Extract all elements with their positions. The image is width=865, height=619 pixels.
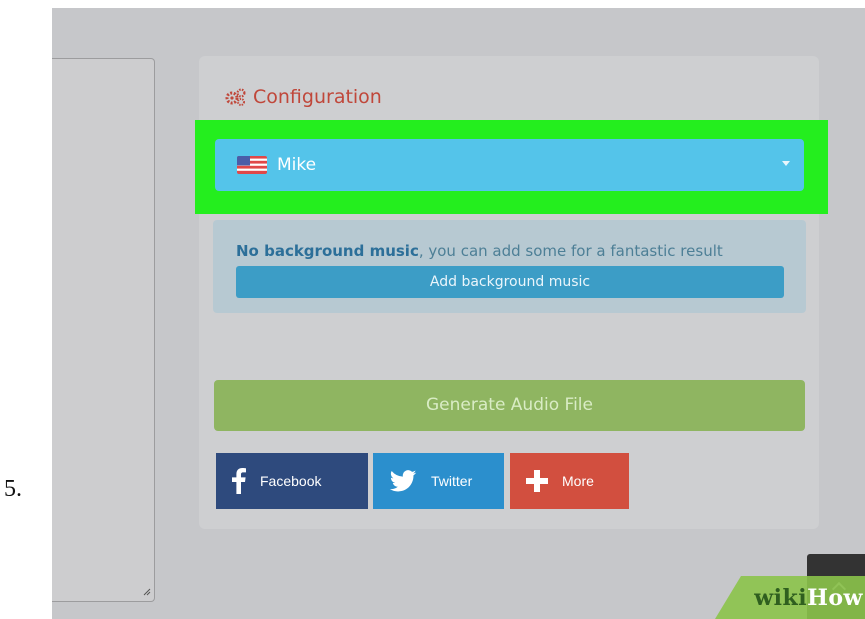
twitter-icon <box>389 470 417 492</box>
facebook-icon <box>232 468 246 494</box>
facebook-label: Facebook <box>260 473 322 489</box>
resize-grip-icon[interactable] <box>143 586 151 599</box>
add-background-music-button[interactable]: Add background music <box>236 266 784 298</box>
text-input-area[interactable] <box>52 58 155 602</box>
us-flag-icon <box>237 156 267 174</box>
configuration-heading: Configuration <box>225 86 382 108</box>
background-music-box: No background music, you can add some fo… <box>213 220 806 313</box>
chevron-down-icon <box>782 161 790 166</box>
generate-audio-button[interactable]: Generate Audio File <box>214 380 805 431</box>
plus-icon <box>526 470 548 492</box>
voice-select[interactable]: Mike <box>215 139 804 191</box>
gears-icon <box>225 88 247 106</box>
app-screen: Configuration Mike No background music, … <box>52 8 865 619</box>
twitter-share-button[interactable]: Twitter <box>373 453 504 509</box>
twitter-label: Twitter <box>431 473 473 489</box>
wikihow-logo: wikiHow <box>754 585 863 611</box>
background-music-status: No background music <box>236 242 419 260</box>
voice-select-value: Mike <box>277 155 317 175</box>
facebook-share-button[interactable]: Facebook <box>216 453 368 509</box>
more-label: More <box>562 473 594 489</box>
step-number: 5. <box>4 476 22 502</box>
background-music-hint: , you can add some for a fantastic resul… <box>418 242 723 260</box>
background-music-text: No background music, you can add some fo… <box>236 242 723 260</box>
configuration-title: Configuration <box>253 86 382 108</box>
more-share-button[interactable]: More <box>510 453 629 509</box>
